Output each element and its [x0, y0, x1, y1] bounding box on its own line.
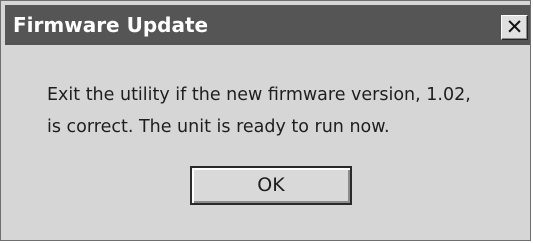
message-line-2: is correct. The unit is ready to run now… [47, 117, 390, 137]
close-button[interactable]: ✕ [501, 15, 528, 40]
close-icon: ✕ [505, 15, 524, 39]
ok-button[interactable]: OK [190, 166, 352, 205]
window-title: Firmware Update [13, 13, 209, 37]
title-bar[interactable]: Firmware Update ✕ [5, 5, 530, 45]
firmware-update-dialog: Firmware Update ✕ Exit the utility if th… [0, 0, 531, 241]
message-line-1: Exit the utility if the new firmware ver… [47, 85, 471, 105]
dialog-message: Exit the utility if the new firmware ver… [47, 79, 527, 143]
